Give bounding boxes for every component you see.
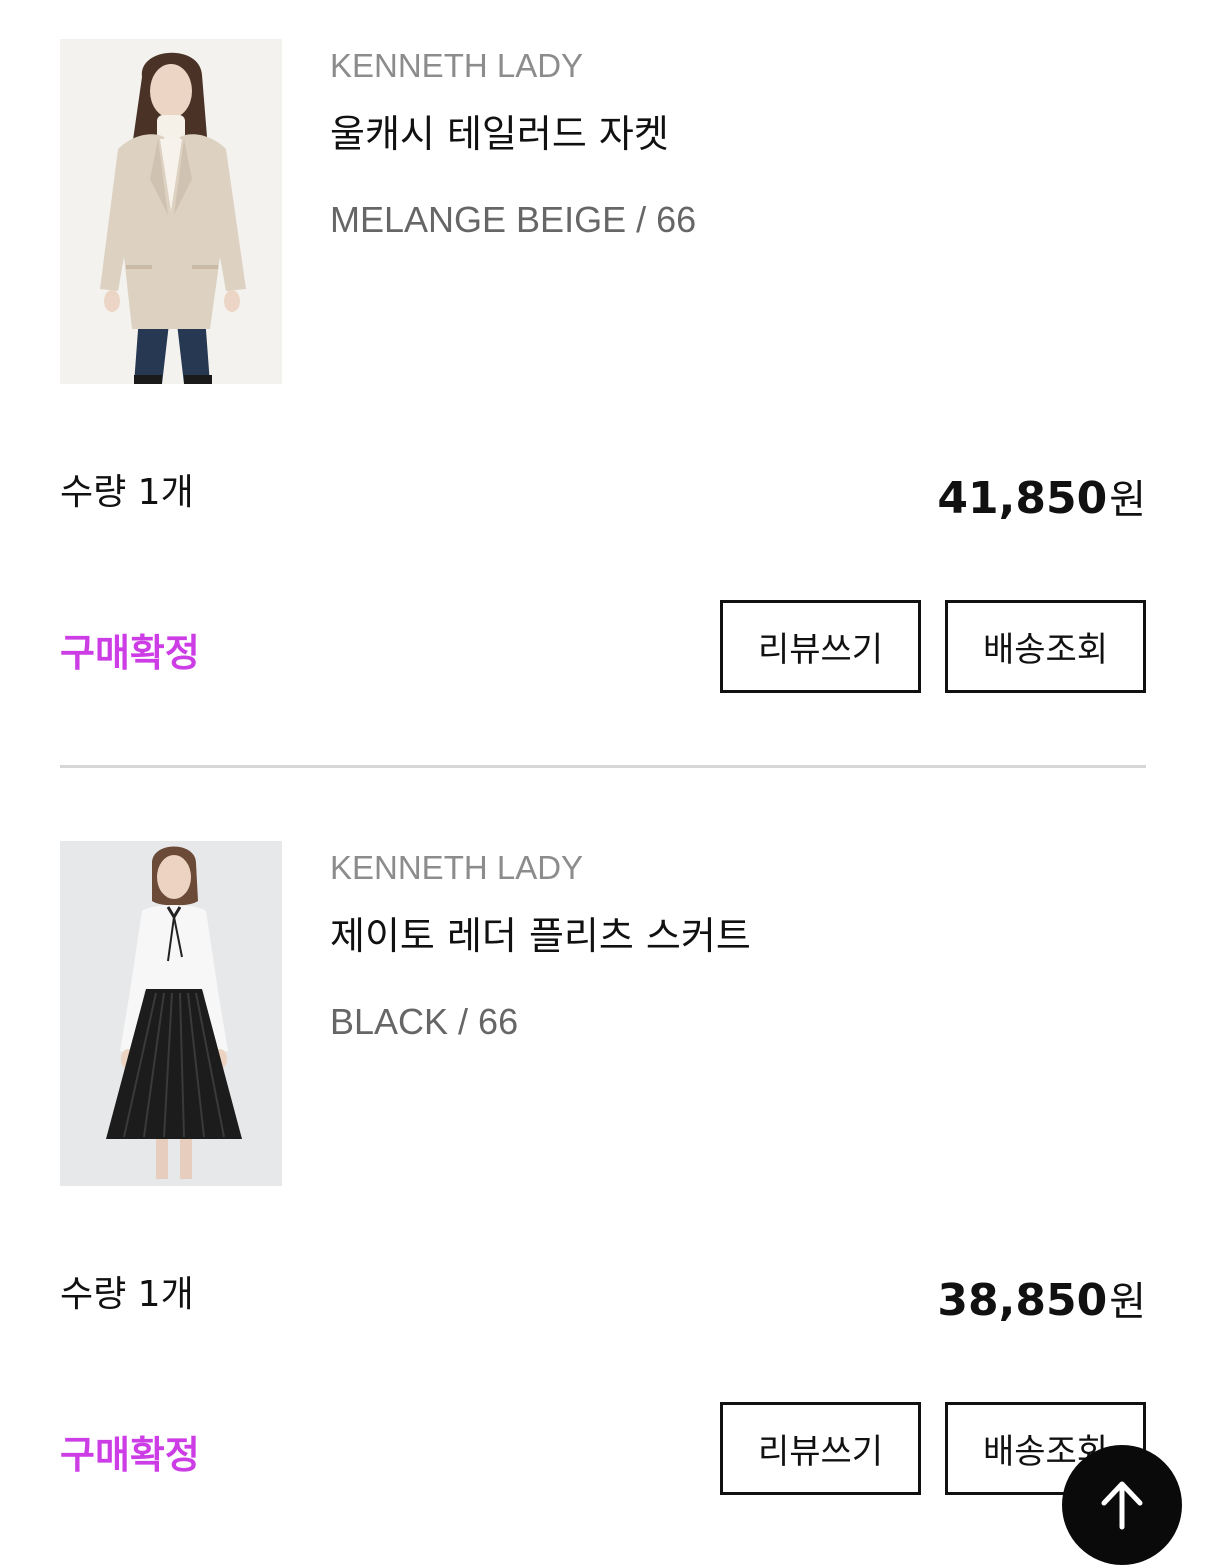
price-currency: 원: [1109, 477, 1146, 523]
product-option: BLACK / 66: [330, 1001, 519, 1042]
quantity-label: 수량 1개: [60, 1274, 194, 1315]
product-image[interactable]: [60, 39, 282, 384]
price-currency: 원: [1109, 1279, 1146, 1325]
write-review-button[interactable]: 리뷰쓰기: [720, 600, 921, 693]
product-name[interactable]: 울캐시 테일러드 자켓: [330, 103, 669, 158]
price: 38,850원: [937, 1269, 1146, 1327]
divider: [60, 765, 1146, 768]
order-status: 구매확정: [60, 1433, 200, 1477]
arrow-up-icon: [1101, 1481, 1143, 1530]
product-image[interactable]: [60, 841, 282, 1186]
price: 41,850원: [937, 467, 1146, 525]
brand-name: KENNETH LADY: [330, 849, 584, 886]
price-amount: 38,850: [937, 1275, 1108, 1326]
brand-name: KENNETH LADY: [330, 47, 584, 84]
product-option: MELANGE BEIGE / 66: [330, 199, 697, 240]
scroll-to-top-button[interactable]: [1062, 1445, 1182, 1565]
quantity-label: 수량 1개: [60, 472, 194, 513]
track-delivery-button[interactable]: 배송조회: [945, 600, 1146, 693]
price-amount: 41,850: [937, 473, 1108, 524]
product-name[interactable]: 제이토 레더 플리츠 스커트: [330, 905, 751, 960]
order-status: 구매확정: [60, 631, 200, 675]
write-review-button[interactable]: 리뷰쓰기: [720, 1402, 921, 1495]
